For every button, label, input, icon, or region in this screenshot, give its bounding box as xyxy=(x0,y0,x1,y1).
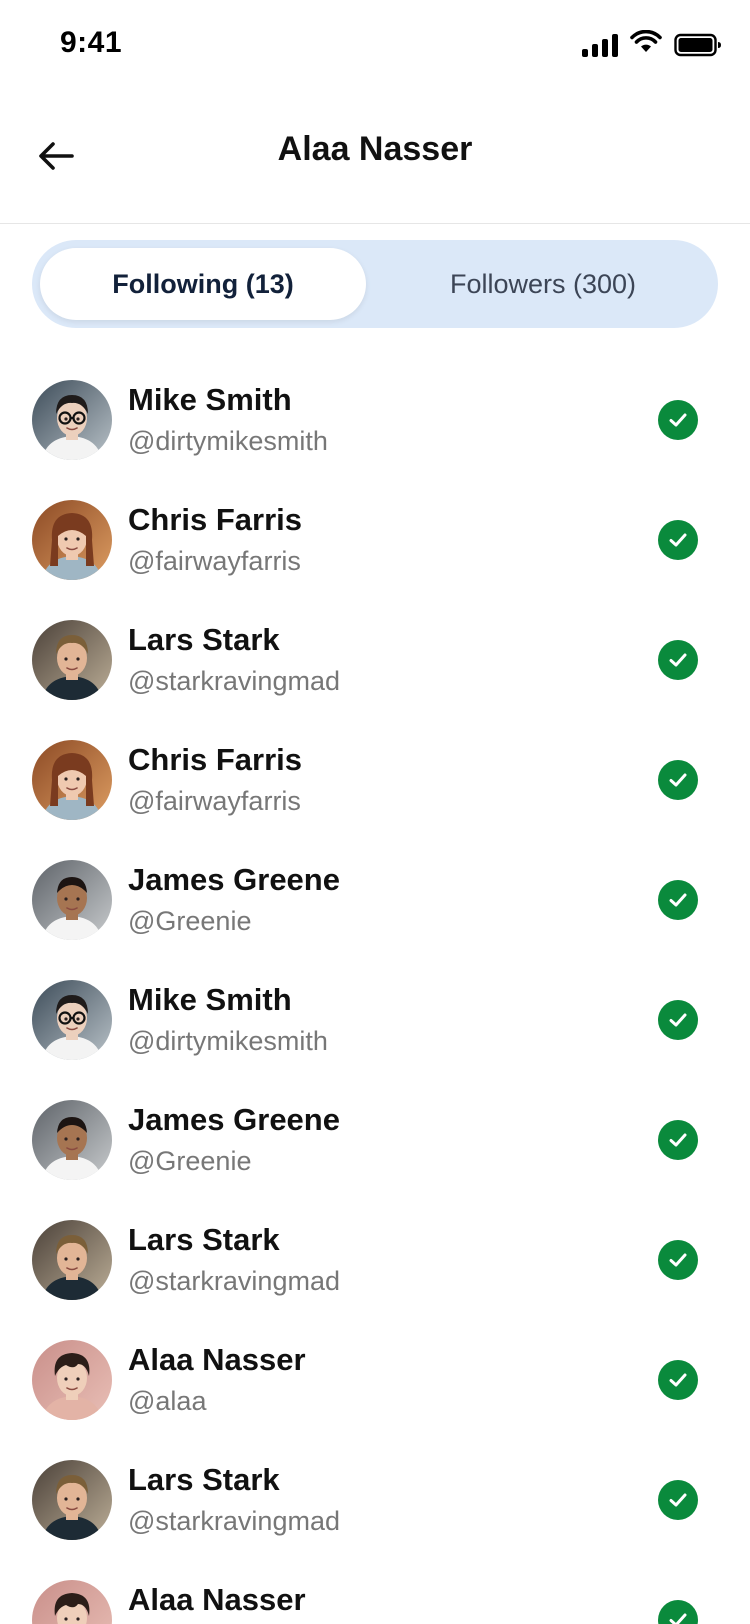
avatar-image xyxy=(32,860,112,940)
user-name: Lars Stark xyxy=(128,1462,280,1497)
checkmark-icon xyxy=(669,893,687,907)
checkmark-icon xyxy=(669,1013,687,1027)
avatar-james[interactable] xyxy=(32,860,112,940)
checkmark-icon xyxy=(669,1253,687,1267)
user-row[interactable]: Lars Stark @starkravingmad xyxy=(0,1440,750,1560)
following-check-button[interactable] xyxy=(658,880,698,920)
tab-followers[interactable]: Followers (300) xyxy=(376,248,710,320)
avatar-alaa[interactable] xyxy=(32,1580,112,1624)
checkmark-icon xyxy=(669,413,687,427)
avatar-alaa[interactable] xyxy=(32,1340,112,1420)
following-check-button[interactable] xyxy=(658,1240,698,1280)
user-row[interactable]: Chris Farris @fairwayfarris xyxy=(0,720,750,840)
user-row[interactable]: Lars Stark @starkravingmad xyxy=(0,600,750,720)
user-name: Chris Farris xyxy=(128,502,303,537)
user-name: James Greene xyxy=(128,862,340,897)
checkmark-icon xyxy=(669,1613,687,1624)
following-check-button[interactable] xyxy=(658,1480,698,1520)
user-row[interactable]: Mike Smith @dirtymikesmith xyxy=(0,360,750,480)
user-name: Chris Farris xyxy=(128,742,303,777)
avatar-james[interactable] xyxy=(32,1100,112,1180)
battery-icon xyxy=(674,33,722,57)
avatar-mike[interactable] xyxy=(32,980,112,1060)
user-row[interactable]: Mike Smith @dirtymikesmith xyxy=(0,960,750,1080)
cellular-signal-icon xyxy=(582,33,618,57)
avatar-lars[interactable] xyxy=(32,1220,112,1300)
avatar-image xyxy=(32,620,112,700)
avatar-chris[interactable] xyxy=(32,500,112,580)
checkmark-icon xyxy=(669,773,687,787)
user-handle: @fairwayfarris xyxy=(128,786,301,816)
checkmark-icon xyxy=(669,1493,687,1507)
checkmark-icon xyxy=(669,533,687,547)
user-handle: @Greenie xyxy=(128,1146,252,1176)
user-row[interactable]: Lars Stark @starkravingmad xyxy=(0,1200,750,1320)
following-check-button[interactable] xyxy=(658,1600,698,1624)
avatar-image xyxy=(32,980,112,1060)
user-name: Lars Stark xyxy=(128,1222,280,1257)
avatar-lars[interactable] xyxy=(32,1460,112,1540)
checkmark-icon xyxy=(669,653,687,667)
user-handle: @starkravingmad xyxy=(128,666,340,696)
status-bar: 9:41 xyxy=(0,0,750,92)
following-check-button[interactable] xyxy=(658,1120,698,1160)
checkmark-icon xyxy=(669,1133,687,1147)
follow-tabs: Following (13) Followers (300) xyxy=(32,240,718,328)
checkmark-icon xyxy=(669,1373,687,1387)
user-row[interactable]: Alaa Nasser @alaa xyxy=(0,1560,750,1624)
following-check-button[interactable] xyxy=(658,1360,698,1400)
user-name: James Greene xyxy=(128,1102,340,1137)
avatar-image xyxy=(32,1460,112,1540)
tab-following[interactable]: Following (13) xyxy=(40,248,366,320)
wifi-icon xyxy=(630,29,662,59)
avatar-image xyxy=(32,1580,112,1624)
user-handle: @dirtymikesmith xyxy=(128,1026,328,1056)
user-handle: @starkravingmad xyxy=(128,1266,340,1296)
user-handle: @alaa xyxy=(128,1386,207,1416)
user-row[interactable]: Alaa Nasser @alaa xyxy=(0,1320,750,1440)
avatar-image xyxy=(32,500,112,580)
avatar-image xyxy=(32,380,112,460)
user-handle: @fairwayfarris xyxy=(128,546,301,576)
user-name: Alaa Nasser xyxy=(128,1342,306,1377)
avatar-image xyxy=(32,740,112,820)
user-row[interactable]: Chris Farris @fairwayfarris xyxy=(0,480,750,600)
user-name: Alaa Nasser xyxy=(128,1582,306,1617)
user-name: Mike Smith xyxy=(128,982,292,1017)
avatar-image xyxy=(32,1100,112,1180)
avatar-image xyxy=(32,1340,112,1420)
following-check-button[interactable] xyxy=(658,640,698,680)
avatar-chris[interactable] xyxy=(32,740,112,820)
user-handle: @Greenie xyxy=(128,906,252,936)
following-check-button[interactable] xyxy=(658,400,698,440)
following-check-button[interactable] xyxy=(658,520,698,560)
header: Alaa Nasser xyxy=(0,92,750,224)
following-check-button[interactable] xyxy=(658,760,698,800)
page-title: Alaa Nasser xyxy=(277,130,473,168)
user-name: Lars Stark xyxy=(128,622,280,657)
screen: 9:41 Alaa Nasser Following (13) Follower… xyxy=(0,0,750,1624)
avatar-lars[interactable] xyxy=(32,620,112,700)
status-time: 9:41 xyxy=(60,26,123,59)
following-list: Mike Smith @dirtymikesmith Chris Farris … xyxy=(0,360,750,1624)
user-row[interactable]: James Greene @Greenie xyxy=(0,1080,750,1200)
avatar-image xyxy=(32,1220,112,1300)
user-handle: @starkravingmad xyxy=(128,1506,340,1536)
status-icons xyxy=(582,29,722,59)
user-row[interactable]: James Greene @Greenie xyxy=(0,840,750,960)
avatar-mike[interactable] xyxy=(32,380,112,460)
following-check-button[interactable] xyxy=(658,1000,698,1040)
user-handle: @dirtymikesmith xyxy=(128,426,328,456)
user-name: Mike Smith xyxy=(128,382,292,417)
